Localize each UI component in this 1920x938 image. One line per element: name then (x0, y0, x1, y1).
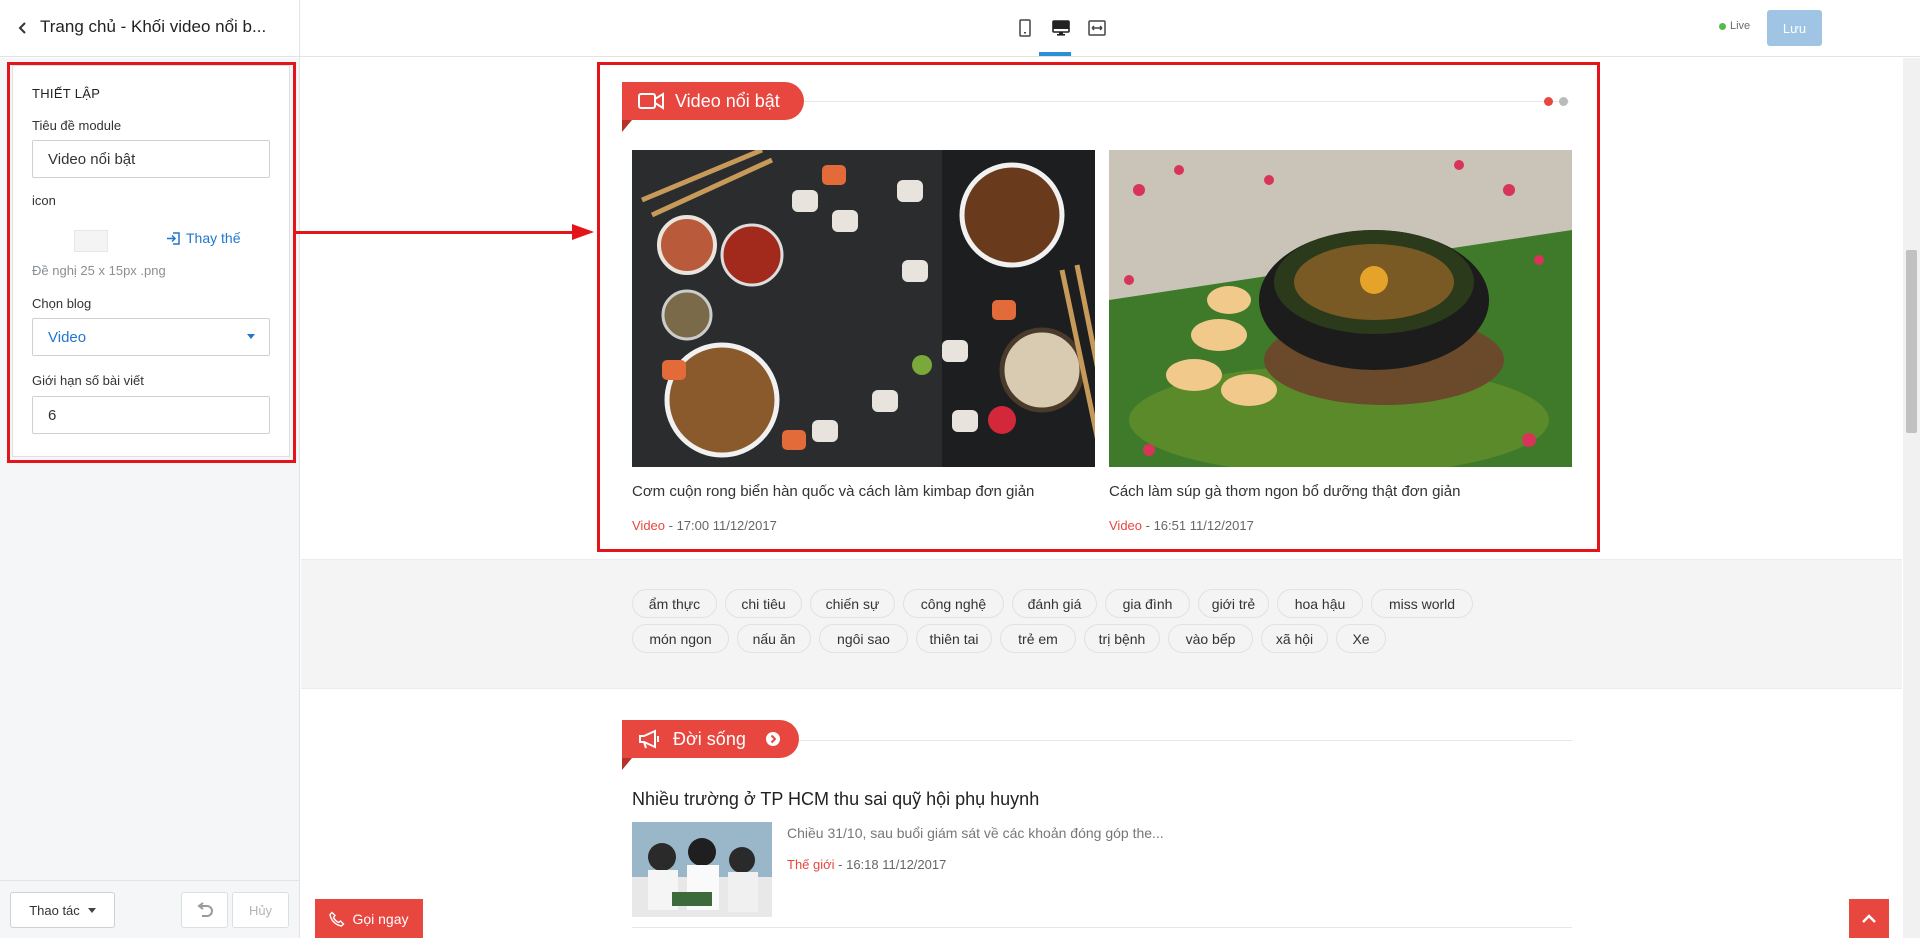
news-excerpt: Chiều 31/10, sau buổi giám sát về các kh… (787, 825, 1164, 841)
sidebar-footer: Thao tác Hủy (0, 880, 299, 938)
settings-card: THIẾT LẬP Tiêu đề module Video nổi bật i… (12, 65, 290, 457)
fullwidth-view-icon[interactable] (1084, 14, 1110, 42)
heading-rule (799, 740, 1572, 741)
video-thumbnail[interactable] (632, 150, 1095, 467)
video-block-heading: Video nổi bật (622, 82, 804, 120)
replace-label: Thay thế (186, 230, 241, 246)
phone-icon (329, 911, 345, 927)
active-device-indicator (1039, 52, 1071, 56)
annotation-arrow-line (296, 231, 574, 234)
icon-size-hint: Đề nghị 25 x 15px .png (32, 263, 166, 278)
tag-item[interactable]: gia đình (1105, 589, 1190, 618)
heading-rule (804, 101, 1569, 102)
actions-label: Thao tác (29, 902, 80, 918)
panel-divider (299, 0, 300, 938)
tag-item[interactable]: trẻ em (1000, 624, 1076, 653)
tag-item[interactable]: chi tiêu (725, 589, 802, 618)
news-thumbnail[interactable] (632, 822, 772, 917)
tag-item[interactable]: trị bệnh (1084, 624, 1160, 653)
replace-icon-link[interactable]: Thay thế (166, 230, 240, 246)
desktop-view-icon[interactable] (1048, 14, 1074, 42)
chevron-up-icon (1862, 913, 1876, 923)
actions-dropdown-button[interactable]: Thao tác (10, 892, 115, 928)
ribbon-tail (622, 758, 632, 770)
live-dot-icon (1719, 22, 1726, 30)
tag-item[interactable]: đánh giá (1012, 589, 1097, 618)
settings-sidebar: THIẾT LẬP Tiêu đề module Video nổi bật i… (0, 58, 299, 880)
cancel-button[interactable]: Hủy (232, 892, 289, 928)
video-time: - 16:51 11/12/2017 (1142, 518, 1254, 533)
caret-down-icon (87, 907, 96, 913)
video-title[interactable]: Cách làm súp gà thơm ngon bổ dưỡng thật … (1109, 483, 1460, 500)
tag-item[interactable]: vào bếp (1168, 624, 1253, 653)
section-title: THIẾT LẬP (32, 86, 101, 101)
icon-preview (74, 230, 108, 252)
divider (632, 927, 1572, 928)
news-meta: Thế giới - 16:18 11/12/2017 (787, 857, 946, 872)
limit-input[interactable]: 6 (32, 396, 270, 434)
limit-label: Giới hạn số bài viết (32, 373, 144, 388)
video-thumbnail[interactable] (1109, 150, 1572, 467)
scrollbar-thumb[interactable] (1906, 250, 1917, 433)
device-switcher (1012, 14, 1110, 42)
save-button[interactable]: Lưu (1767, 10, 1822, 46)
replace-icon (167, 231, 180, 245)
video-title[interactable]: Cơm cuộn rong biển hàn quốc và cách làm … (632, 483, 1034, 500)
video-block-title: Video nổi bật (675, 90, 780, 111)
tag-item[interactable]: giới trẻ (1198, 589, 1269, 618)
live-label: Live (1730, 20, 1751, 32)
back-to-top-button[interactable] (1849, 899, 1889, 938)
module-title-input[interactable]: Video nổi bật (32, 140, 270, 178)
tag-item[interactable]: công nghệ (903, 589, 1004, 618)
chevron-circle-right-icon (765, 732, 780, 746)
tag-item[interactable]: thiên tai (916, 624, 992, 653)
news-time: - 16:18 11/12/2017 (834, 857, 947, 872)
icon-label: icon (32, 193, 56, 208)
slider-dot[interactable] (1559, 97, 1568, 106)
tag-item[interactable]: miss world (1371, 589, 1473, 618)
megaphone-icon (639, 729, 659, 749)
chevron-down-icon (247, 334, 255, 339)
life-block-title: Đời sống (673, 728, 746, 749)
undo-icon (196, 902, 213, 917)
scrollbar[interactable] (1903, 58, 1920, 938)
tag-item[interactable]: chiến sự (810, 589, 895, 618)
slider-dot-active[interactable] (1544, 97, 1553, 106)
tag-item[interactable]: món ngon (632, 624, 729, 653)
module-title-label: Tiêu đề module (32, 118, 122, 133)
call-now-label: Gọi ngay (352, 910, 409, 927)
live-status: Live (1719, 20, 1750, 32)
tag-item[interactable]: hoa hậu (1277, 589, 1363, 618)
top-bar: Trang chủ - Khối video nổi b... Live Lưu (0, 0, 1920, 57)
tag-item[interactable]: xã hội (1261, 624, 1328, 653)
blog-select[interactable]: Video (32, 318, 270, 356)
blog-label: Chọn blog (32, 296, 92, 311)
video-category-link[interactable]: Video (632, 518, 665, 533)
annotation-arrow-head (572, 224, 594, 240)
tag-item[interactable]: Xe (1336, 624, 1386, 653)
video-category-link[interactable]: Video (1109, 518, 1142, 533)
ribbon-tail (622, 120, 632, 132)
back-icon[interactable] (12, 17, 34, 39)
video-meta: Video - 16:51 11/12/2017 (1109, 518, 1254, 533)
call-now-button[interactable]: Gọi ngay (315, 899, 423, 938)
page-title: Trang chủ - Khối video nổi b... (40, 17, 267, 36)
tag-item[interactable]: ẩm thực (632, 589, 717, 618)
news-category-link[interactable]: Thế giới (787, 857, 835, 872)
undo-button[interactable] (181, 892, 228, 928)
tag-item[interactable]: nấu ăn (737, 624, 811, 653)
tag-item[interactable]: ngôi sao (819, 624, 908, 653)
blog-select-value: Video (48, 328, 87, 346)
video-time: - 17:00 11/12/2017 (665, 518, 777, 533)
video-meta: Video - 17:00 11/12/2017 (632, 518, 777, 533)
life-block-heading[interactable]: Đời sống (622, 720, 799, 758)
mobile-view-icon[interactable] (1012, 14, 1038, 42)
video-camera-icon (638, 92, 664, 110)
news-title[interactable]: Nhiều trường ở TP HCM thu sai quỹ hội ph… (632, 789, 1039, 810)
